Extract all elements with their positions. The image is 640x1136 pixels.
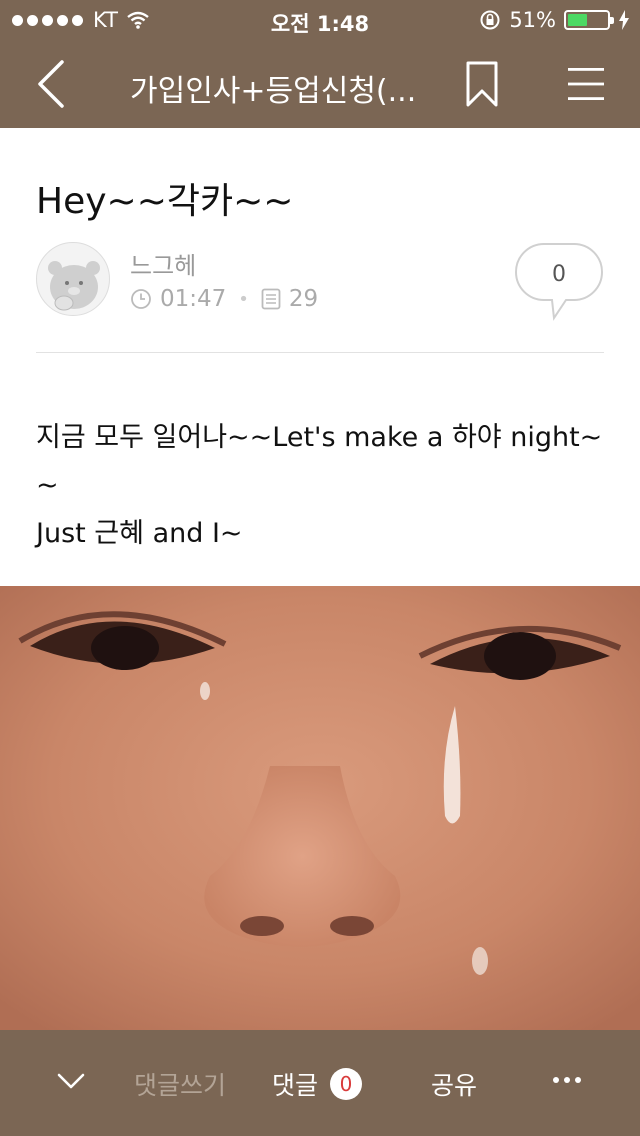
post-image[interactable]: [0, 586, 640, 1030]
author-avatar[interactable]: [36, 242, 110, 316]
face-photo-image: [0, 586, 640, 1030]
post-time: 01:47: [160, 286, 227, 312]
post-body: 지금 모두 일어나~~Let's make a 하야 night~ ~ Just…: [36, 414, 610, 558]
charging-bolt-icon: [619, 10, 629, 30]
body-line: ~: [36, 470, 59, 501]
status-bar: KT 오전 1:48 51%: [0, 0, 640, 40]
comments-label: 댓글: [272, 1071, 319, 1100]
clock-icon: [131, 289, 151, 309]
post-title: Hey~~각카~~: [36, 181, 294, 222]
views-icon: [261, 288, 281, 310]
bottom-bar: 댓글쓰기 댓글 0 공유: [0, 1030, 640, 1136]
body-line: Just 근혜 and I~: [36, 518, 243, 549]
bookmark-button[interactable]: [464, 60, 500, 108]
nav-bar: 가입인사+등업신청(...: [0, 40, 640, 128]
top-bar: KT 오전 1:48 51% 가입인사+등업신청(...: [0, 0, 640, 128]
comments-badge: 0: [330, 1068, 363, 1100]
header-divider: [36, 352, 604, 353]
comment-count-button[interactable]: 0: [514, 242, 604, 324]
write-comment-button[interactable]: 댓글쓰기: [134, 1066, 226, 1102]
post-meta: 01:47 • 29: [130, 286, 318, 312]
avatar-character-icon: [48, 261, 100, 311]
chevron-down-icon[interactable]: [56, 1070, 86, 1092]
comment-count: 0: [552, 262, 566, 287]
meta-separator: •: [238, 288, 249, 310]
battery-fill: [568, 14, 587, 26]
battery-icon: [564, 10, 614, 30]
status-right: 51%: [479, 8, 630, 32]
rotation-lock-icon: [480, 10, 500, 30]
more-options-icon[interactable]: [552, 1070, 582, 1090]
menu-button[interactable]: [566, 64, 606, 104]
board-title: 가입인사+등업신청(...: [130, 74, 417, 109]
body-line: 지금 모두 일어나~~Let's make a 하야 night~: [36, 422, 603, 453]
comments-button[interactable]: 댓글 0: [272, 1066, 363, 1102]
battery-percent: 51%: [509, 8, 556, 32]
view-count: 29: [288, 286, 319, 312]
back-button[interactable]: [30, 58, 74, 110]
author-name[interactable]: 느그헤: [130, 246, 196, 281]
share-button[interactable]: 공유: [431, 1066, 477, 1102]
